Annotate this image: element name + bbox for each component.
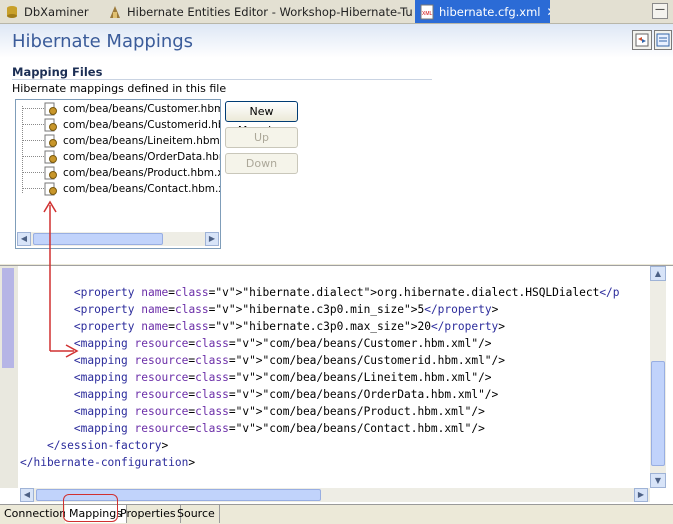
xml-code[interactable]: <property name=class="v">"hibernate.dial… [20, 284, 620, 471]
down-button[interactable]: Down [225, 153, 298, 174]
close-icon[interactable]: ✕ [547, 5, 551, 19]
tree-connector [22, 140, 44, 142]
code-line: <mapping resource=class="v">"com/bea/bea… [73, 422, 485, 435]
tab-label: Hibernate Entities Editor - Workshop-Hib… [127, 4, 413, 19]
tree-connector [22, 124, 44, 126]
page-title: Hibernate Mappings [12, 31, 194, 52]
xml-source-view[interactable]: <property name=class="v">"hibernate.dial… [0, 265, 673, 504]
tree-item-label: com/bea/beans/OrderData.hbm.xml [63, 151, 220, 163]
hbm-file-icon [44, 134, 57, 148]
tree-item[interactable]: com/bea/beans/OrderData.hbm.xml [16, 149, 220, 165]
code-line: <mapping resource=class="v">"com/bea/bea… [73, 354, 506, 367]
code-line: </hibernate-configuration> [20, 456, 196, 469]
new-mapping-button[interactable]: New Mapping [225, 101, 298, 137]
tree-connector [22, 108, 44, 110]
tab-source[interactable]: Source [173, 505, 220, 523]
mappings-tab-highlight [63, 494, 118, 522]
tree-item-label: com/bea/beans/Contact.hbm.xml [63, 183, 221, 195]
code-line: <mapping resource=class="v">"com/bea/bea… [73, 337, 492, 350]
view-toggle-icon[interactable] [632, 30, 652, 50]
scroll-down-icon[interactable]: ▼ [650, 473, 666, 488]
section-divider [12, 79, 432, 80]
code-line: <property name=class="v">"hibernate.dial… [73, 286, 620, 299]
tree-item[interactable]: com/bea/beans/Customerid.hbm.xml [16, 117, 220, 133]
hibernate-icon [107, 4, 123, 20]
hbm-file-icon [44, 150, 57, 164]
hbm-file-icon [44, 182, 57, 196]
mapping-files-tree[interactable]: com/bea/beans/Customer.hbm.xml com/bea/b… [15, 99, 221, 249]
tree-connector [22, 156, 44, 158]
source-vertical-scrollbar[interactable]: ▲ ▼ [650, 266, 666, 488]
scroll-left-icon[interactable]: ◀ [20, 488, 34, 502]
code-line: <mapping resource=class="v">"com/bea/bea… [73, 405, 485, 418]
scroll-right-icon[interactable]: ▶ [634, 488, 648, 502]
tree-connector [22, 188, 44, 190]
svg-text:XML: XML [422, 11, 433, 17]
tree-item[interactable]: com/bea/beans/Customer.hbm.xml [16, 101, 220, 117]
scroll-left-icon[interactable]: ◀ [17, 232, 31, 246]
scrollbar-thumb[interactable] [33, 233, 163, 245]
tree-horizontal-scrollbar[interactable]: ◀ ▶ [17, 232, 219, 246]
mappings-form: Hibernate Mappings Mapping Files Hiberna… [0, 24, 673, 264]
tree-connector [22, 172, 44, 174]
help-icon[interactable] [654, 30, 672, 50]
tab-connection[interactable]: Connection [0, 505, 72, 523]
xml-file-icon: XML [419, 4, 435, 20]
change-marker [2, 268, 14, 368]
tab-hibernate-entities-editor[interactable]: Hibernate Entities Editor - Workshop-Hib… [103, 0, 413, 23]
editor-ruler [0, 266, 18, 488]
code-line: <property name=class="v">"hibernate.c3p0… [73, 320, 506, 333]
up-button[interactable]: Up [225, 127, 298, 148]
tab-label: DbXaminer [24, 4, 89, 19]
section-description: Hibernate mappings defined in this file [12, 82, 227, 95]
tree-item-label: com/bea/beans/Product.hbm.xml [63, 167, 221, 179]
hbm-file-icon [44, 118, 57, 132]
tab-hibernate-cfg-xml[interactable]: XML hibernate.cfg.xml ✕ [415, 0, 550, 23]
tree-item-label: com/bea/beans/Customerid.hbm.xml [63, 119, 220, 131]
code-line: </session-factory> [46, 439, 169, 452]
database-icon [4, 4, 20, 20]
tree-item[interactable]: com/bea/beans/Lineitem.hbm.xml [16, 133, 220, 149]
tree-item[interactable]: com/bea/beans/Contact.hbm.xml [16, 181, 221, 197]
hbm-file-icon [44, 102, 57, 116]
tab-dbxaminer[interactable]: DbXaminer [0, 0, 98, 23]
tab-properties[interactable]: Properties [116, 505, 181, 523]
code-line: <mapping resource=class="v">"com/bea/bea… [73, 388, 499, 401]
hbm-file-icon [44, 166, 57, 180]
scrollbar-thumb[interactable] [651, 361, 665, 466]
scroll-up-icon[interactable]: ▲ [650, 266, 666, 281]
tree-item-label: com/bea/beans/Lineitem.hbm.xml [63, 135, 220, 147]
editor-tab-bar: DbXaminer Hibernate Entities Editor - Wo… [0, 0, 673, 24]
section-title: Mapping Files [12, 65, 103, 79]
tree-item-label: com/bea/beans/Customer.hbm.xml [63, 103, 220, 115]
code-line: <property name=class="v">"hibernate.c3p0… [73, 303, 499, 316]
scroll-right-icon[interactable]: ▶ [205, 232, 219, 246]
tree-item[interactable]: com/bea/beans/Product.hbm.xml [16, 165, 221, 181]
tab-label: hibernate.cfg.xml [439, 4, 541, 19]
code-line: <mapping resource=class="v">"com/bea/bea… [73, 371, 492, 384]
minimize-button[interactable]: — [652, 3, 668, 19]
